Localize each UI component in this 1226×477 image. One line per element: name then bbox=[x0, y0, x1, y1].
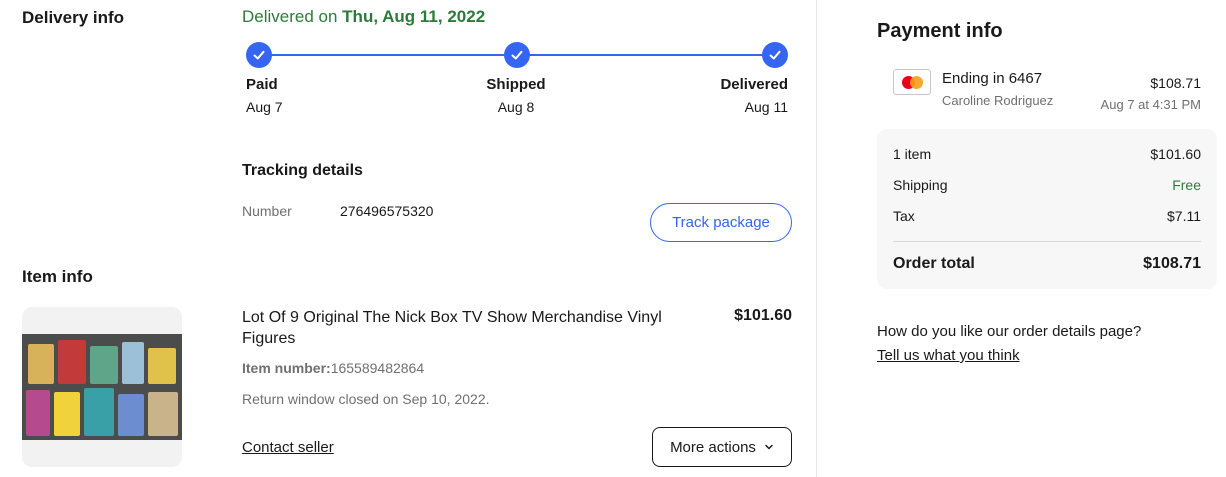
item-info-heading: Item info bbox=[22, 267, 93, 286]
summary-shipping-label: Shipping bbox=[893, 177, 948, 193]
summary-tax-value: $7.11 bbox=[1167, 208, 1201, 224]
step-delivered-label: Delivered bbox=[720, 76, 788, 93]
item-number-value: 165589482864 bbox=[330, 360, 425, 376]
delivered-status-date: Thu, Aug 11, 2022 bbox=[342, 7, 486, 26]
payment-info-heading: Payment info bbox=[877, 20, 1003, 42]
item-photo-figure bbox=[54, 392, 80, 436]
delivery-progress bbox=[246, 42, 788, 68]
item-photo-figure bbox=[118, 394, 144, 436]
step-shipped-label: Shipped bbox=[486, 76, 546, 93]
delivery-info-heading: Delivery info bbox=[22, 8, 125, 27]
step-paid-date: Aug 7 bbox=[246, 99, 283, 115]
step-delivered-date: Aug 11 bbox=[744, 99, 788, 115]
tracking-number-label: Number bbox=[242, 203, 292, 219]
delivered-status: Delivered on Thu, Aug 11, 2022 bbox=[242, 7, 485, 27]
feedback-question: How do you like our order details page? bbox=[877, 323, 1142, 340]
item-photo-figure bbox=[148, 392, 178, 436]
summary-divider bbox=[893, 241, 1201, 242]
item-price: $101.60 bbox=[734, 307, 792, 324]
item-photo-figure bbox=[90, 346, 118, 384]
tracking-number-value: 276496575320 bbox=[340, 203, 434, 219]
tracking-details-title: Tracking details bbox=[242, 162, 363, 179]
item-photo-figure bbox=[148, 348, 176, 384]
check-icon bbox=[762, 42, 788, 68]
payment-amount: $108.71 bbox=[1150, 75, 1201, 91]
item-photo-figure bbox=[84, 388, 114, 436]
item-thumbnail[interactable] bbox=[22, 307, 182, 467]
summary-items-value: $101.60 bbox=[1150, 146, 1201, 162]
chevron-down-icon bbox=[765, 444, 773, 450]
summary-tax-label: Tax bbox=[893, 208, 915, 224]
more-actions-button[interactable]: More actions bbox=[652, 427, 792, 467]
item-photo-figure bbox=[28, 344, 54, 384]
delivered-status-prefix: Delivered on bbox=[242, 7, 343, 26]
item-number: Item number:165589482864 bbox=[242, 360, 424, 376]
card-holder-name: Caroline Rodriguez bbox=[942, 93, 1054, 108]
contact-seller-link[interactable]: Contact seller bbox=[242, 439, 334, 456]
card-ending: Ending in 6467 bbox=[942, 70, 1043, 87]
more-actions-label: More actions bbox=[670, 438, 756, 456]
check-icon bbox=[504, 42, 530, 68]
order-total-label: Order total bbox=[893, 255, 975, 272]
item-photo-figure bbox=[26, 390, 50, 436]
step-paid-label: Paid bbox=[246, 76, 278, 93]
order-summary: 1 item $101.60 Shipping Free Tax $7.11 O… bbox=[877, 129, 1217, 289]
summary-shipping-value: Free bbox=[1172, 177, 1201, 193]
track-package-button[interactable]: Track package bbox=[650, 203, 792, 242]
payment-date: Aug 7 at 4:31 PM bbox=[1100, 97, 1201, 112]
item-photo bbox=[22, 334, 182, 440]
item-number-label: Item number: bbox=[242, 360, 331, 376]
check-icon bbox=[246, 42, 272, 68]
column-divider bbox=[816, 0, 817, 477]
item-photo-figure bbox=[58, 340, 86, 384]
return-window-text: Return window closed on Sep 10, 2022. bbox=[242, 391, 490, 407]
feedback-link[interactable]: Tell us what you think bbox=[877, 347, 1020, 364]
item-photo-figure bbox=[122, 342, 144, 384]
order-total-value: $108.71 bbox=[1143, 255, 1201, 272]
mastercard-icon bbox=[893, 69, 931, 95]
item-title-link[interactable]: Lot Of 9 Original The Nick Box TV Show M… bbox=[242, 307, 712, 349]
step-shipped-date: Aug 8 bbox=[497, 99, 535, 115]
summary-items-label: 1 item bbox=[893, 146, 932, 162]
